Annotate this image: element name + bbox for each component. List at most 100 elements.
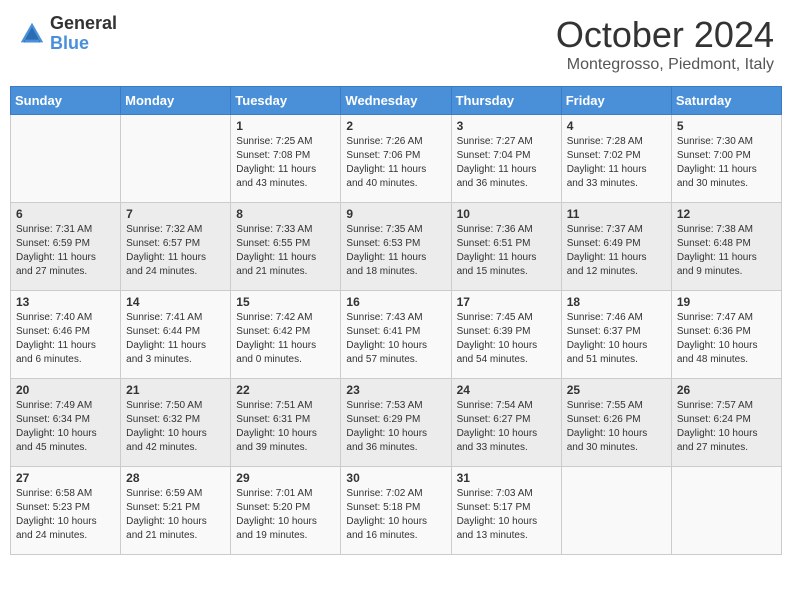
day-number: 21 [126,383,225,397]
month-title: October 2024 [556,14,774,56]
calendar-cell: 23Sunrise: 7:53 AM Sunset: 6:29 PM Dayli… [341,379,451,467]
calendar-cell: 30 Sunrise: 7:02 AM Sunset: 5:18 PM Dayli… [341,467,451,555]
day-info: Sunrise: 7:40 AM Sunset: 6:46 PM Dayligh… [16,311,115,367]
calendar-cell: 29 Sunrise: 7:01 AM Sunset: 5:20 PM Dayli… [231,467,341,555]
calendar-cell: 18 Sunrise: 7:46 AM Sunset: 6:37 PM Dayli… [561,291,671,379]
day-number: 4 [567,119,666,133]
day-info: Sunrise: 7:03 AM Sunset: 5:17 PM Dayligh… [457,487,556,543]
calendar-body: 1Sunrise: 7:25 AM Sunset: 7:08 PM Daylig… [11,115,782,555]
calendar-cell: 9Sunrise: 7:35 AM Sunset: 6:53 PM Daylig… [341,203,451,291]
day-info: Sunrise: 7:54 AM Sunset: 6:27 PM Dayligh… [457,399,556,455]
day-info: Sunrise: 7:30 AM Sunset: 7:00 PM Dayligh… [677,135,776,191]
logo-icon [18,20,46,48]
day-number: 1 [236,119,335,133]
calendar-cell: 22Sunrise: 7:51 AM Sunset: 6:31 PM Dayli… [231,379,341,467]
calendar-cell: 6 Sunrise: 7:31 AM Sunset: 6:59 PM Daylig… [11,203,121,291]
calendar-cell: 25 Sunrise: 7:55 AM Sunset: 6:26 PM Dayli… [561,379,671,467]
day-number: 25 [567,383,666,397]
day-number: 14 [126,295,225,309]
day-header-monday: Monday [121,87,231,115]
day-number: 30 [346,471,445,485]
day-info: Sunrise: 7:32 AM Sunset: 6:57 PM Dayligh… [126,223,225,279]
day-info: Sunrise: 7:53 AM Sunset: 6:29 PM Dayligh… [346,399,445,455]
calendar-cell: 1Sunrise: 7:25 AM Sunset: 7:08 PM Daylig… [231,115,341,203]
calendar-week-2: 6 Sunrise: 7:31 AM Sunset: 6:59 PM Daylig… [11,203,782,291]
day-info: Sunrise: 7:38 AM Sunset: 6:48 PM Dayligh… [677,223,776,279]
logo-blue: Blue [50,34,117,54]
calendar-cell: 20Sunrise: 7:49 AM Sunset: 6:34 PM Dayli… [11,379,121,467]
day-number: 18 [567,295,666,309]
calendar-cell: 31 Sunrise: 7:03 AM Sunset: 5:17 PM Dayli… [451,467,561,555]
logo-general: General [50,14,117,34]
calendar-cell: 24 Sunrise: 7:54 AM Sunset: 6:27 PM Dayli… [451,379,561,467]
calendar-cell: 12 Sunrise: 7:38 AM Sunset: 6:48 PM Dayli… [671,203,781,291]
day-number: 11 [567,207,666,221]
calendar-cell: 28Sunrise: 6:59 AM Sunset: 5:21 PM Dayli… [121,467,231,555]
calendar-cell: 19Sunrise: 7:47 AM Sunset: 6:36 PM Dayli… [671,291,781,379]
calendar-cell: 16Sunrise: 7:43 AM Sunset: 6:41 PM Dayli… [341,291,451,379]
calendar-week-5: 27 Sunrise: 6:58 AM Sunset: 5:23 PM Dayli… [11,467,782,555]
day-info: Sunrise: 6:58 AM Sunset: 5:23 PM Dayligh… [16,487,115,543]
calendar-cell: 11 Sunrise: 7:37 AM Sunset: 6:49 PM Dayli… [561,203,671,291]
calendar-header-row: SundayMondayTuesdayWednesdayThursdayFrid… [11,87,782,115]
calendar-cell: 5Sunrise: 7:30 AM Sunset: 7:00 PM Daylig… [671,115,781,203]
day-number: 12 [677,207,776,221]
calendar-cell: 2 Sunrise: 7:26 AM Sunset: 7:06 PM Daylig… [341,115,451,203]
day-number: 16 [346,295,445,309]
calendar-cell [11,115,121,203]
day-number: 13 [16,295,115,309]
day-info: Sunrise: 7:37 AM Sunset: 6:49 PM Dayligh… [567,223,666,279]
calendar-cell: 3Sunrise: 7:27 AM Sunset: 7:04 PM Daylig… [451,115,561,203]
day-number: 27 [16,471,115,485]
day-info: Sunrise: 7:57 AM Sunset: 6:24 PM Dayligh… [677,399,776,455]
day-header-saturday: Saturday [671,87,781,115]
calendar-cell: 7Sunrise: 7:32 AM Sunset: 6:57 PM Daylig… [121,203,231,291]
day-number: 17 [457,295,556,309]
calendar-cell: 8 Sunrise: 7:33 AM Sunset: 6:55 PM Daylig… [231,203,341,291]
day-number: 26 [677,383,776,397]
day-number: 2 [346,119,445,133]
day-header-wednesday: Wednesday [341,87,451,115]
day-info: Sunrise: 7:26 AM Sunset: 7:06 PM Dayligh… [346,135,445,191]
day-header-sunday: Sunday [11,87,121,115]
day-number: 24 [457,383,556,397]
calendar-table: SundayMondayTuesdayWednesdayThursdayFrid… [10,86,782,555]
day-info: Sunrise: 7:50 AM Sunset: 6:32 PM Dayligh… [126,399,225,455]
day-number: 19 [677,295,776,309]
logo: General Blue [18,14,117,54]
calendar-cell: 13 Sunrise: 7:40 AM Sunset: 6:46 PM Dayli… [11,291,121,379]
calendar-cell: 15Sunrise: 7:42 AM Sunset: 6:42 PM Dayli… [231,291,341,379]
day-info: Sunrise: 7:35 AM Sunset: 6:53 PM Dayligh… [346,223,445,279]
day-info: Sunrise: 7:51 AM Sunset: 6:31 PM Dayligh… [236,399,335,455]
calendar-cell [121,115,231,203]
day-info: Sunrise: 7:33 AM Sunset: 6:55 PM Dayligh… [236,223,335,279]
calendar-cell: 17 Sunrise: 7:45 AM Sunset: 6:39 PM Dayli… [451,291,561,379]
calendar-cell: 14 Sunrise: 7:41 AM Sunset: 6:44 PM Dayli… [121,291,231,379]
day-number: 31 [457,471,556,485]
day-info: Sunrise: 6:59 AM Sunset: 5:21 PM Dayligh… [126,487,225,543]
day-header-friday: Friday [561,87,671,115]
day-info: Sunrise: 7:46 AM Sunset: 6:37 PM Dayligh… [567,311,666,367]
day-number: 6 [16,207,115,221]
calendar-week-3: 13 Sunrise: 7:40 AM Sunset: 6:46 PM Dayli… [11,291,782,379]
day-number: 10 [457,207,556,221]
page-header: General Blue October 2024 Montegrosso, P… [10,10,782,78]
day-header-thursday: Thursday [451,87,561,115]
day-header-tuesday: Tuesday [231,87,341,115]
day-info: Sunrise: 7:45 AM Sunset: 6:39 PM Dayligh… [457,311,556,367]
day-number: 8 [236,207,335,221]
calendar-cell: 10Sunrise: 7:36 AM Sunset: 6:51 PM Dayli… [451,203,561,291]
day-info: Sunrise: 7:31 AM Sunset: 6:59 PM Dayligh… [16,223,115,279]
day-info: Sunrise: 7:01 AM Sunset: 5:20 PM Dayligh… [236,487,335,543]
calendar-cell: 27 Sunrise: 6:58 AM Sunset: 5:23 PM Dayli… [11,467,121,555]
day-number: 15 [236,295,335,309]
day-info: Sunrise: 7:55 AM Sunset: 6:26 PM Dayligh… [567,399,666,455]
day-number: 29 [236,471,335,485]
day-info: Sunrise: 7:28 AM Sunset: 7:02 PM Dayligh… [567,135,666,191]
day-info: Sunrise: 7:49 AM Sunset: 6:34 PM Dayligh… [16,399,115,455]
calendar-cell [671,467,781,555]
day-info: Sunrise: 7:02 AM Sunset: 5:18 PM Dayligh… [346,487,445,543]
day-info: Sunrise: 7:41 AM Sunset: 6:44 PM Dayligh… [126,311,225,367]
calendar-cell [561,467,671,555]
calendar-cell: 21 Sunrise: 7:50 AM Sunset: 6:32 PM Dayli… [121,379,231,467]
